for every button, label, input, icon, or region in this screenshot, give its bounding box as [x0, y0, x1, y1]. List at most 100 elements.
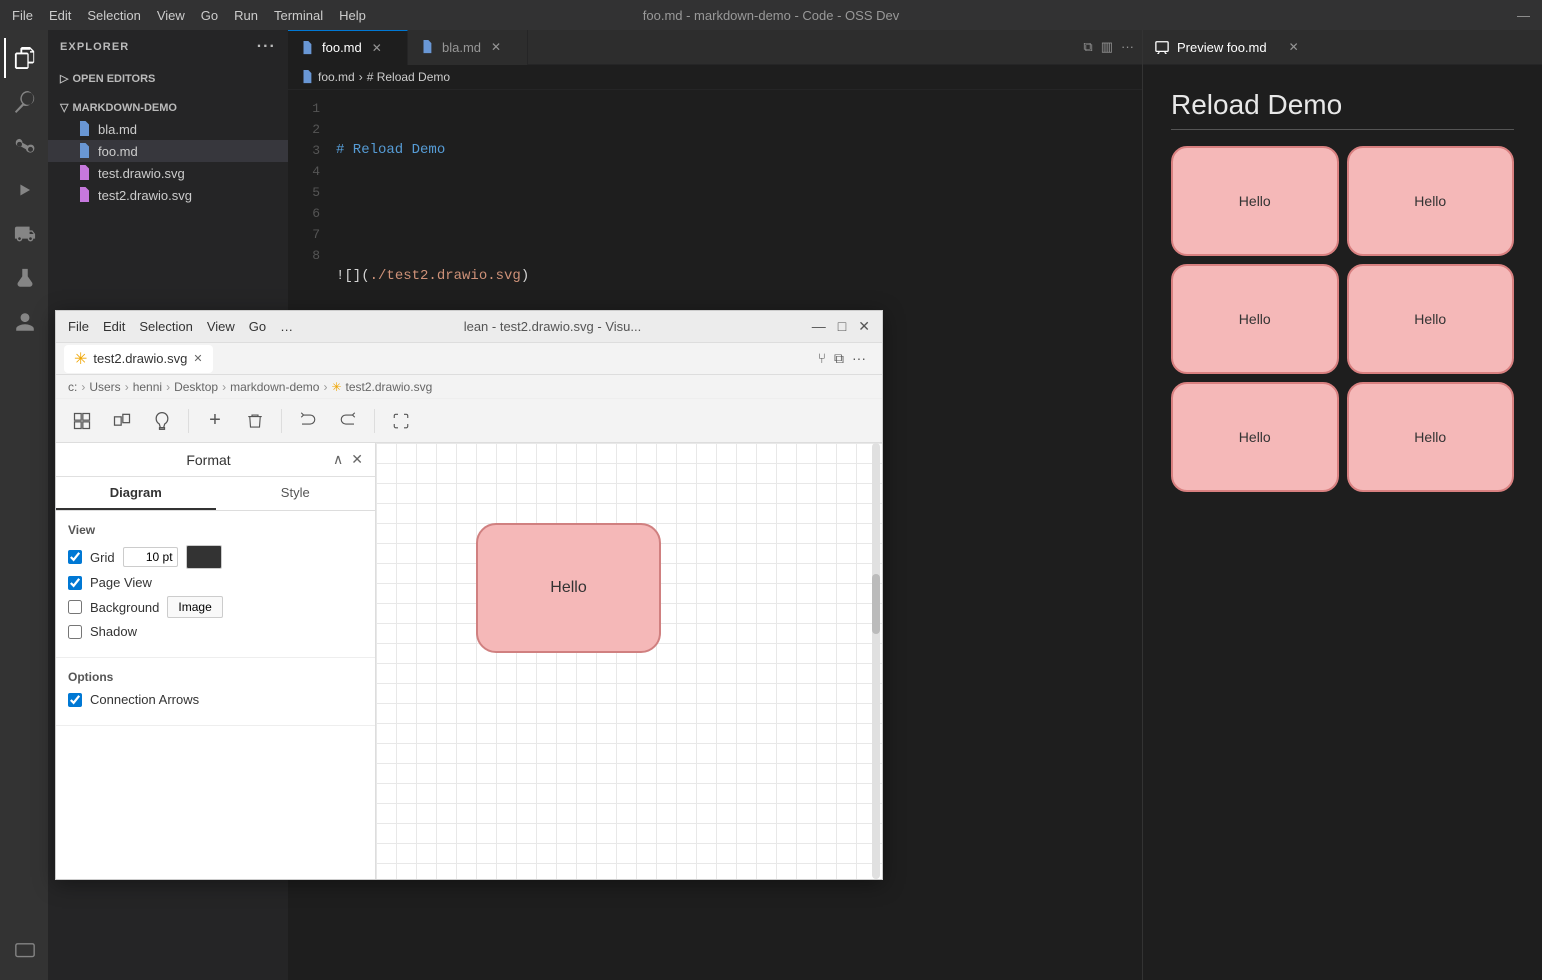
float-menu-selection[interactable]: Selection — [139, 319, 192, 334]
background-checkbox[interactable] — [68, 600, 82, 614]
floating-more-icon[interactable]: ··· — [852, 350, 866, 367]
editor-breadcrumb: foo.md › # Reload Demo — [288, 65, 1142, 90]
floating-tab-test2[interactable]: ✳ test2.drawio.svg ✕ — [64, 345, 213, 373]
preview-close[interactable]: ✕ — [1287, 38, 1301, 56]
canvas-grid — [376, 443, 882, 879]
canvas-scrollbar-thumb[interactable] — [872, 574, 880, 634]
tab-foo-md[interactable]: foo.md ✕ — [288, 30, 408, 65]
line-num-7: 7 — [288, 224, 320, 245]
format-header-controls[interactable]: ∧ ✕ — [333, 451, 363, 468]
add-btn[interactable]: + — [197, 403, 233, 439]
menu-help[interactable]: Help — [339, 8, 366, 23]
float-close-btn[interactable]: ✕ — [858, 318, 870, 335]
fullscreen-btn[interactable] — [383, 403, 419, 439]
page-view-row: Page View — [68, 575, 363, 590]
activity-remote[interactable] — [4, 932, 44, 972]
background-image-btn[interactable]: Image — [167, 596, 222, 618]
window-controls[interactable]: — — [1517, 8, 1530, 23]
format-view-section: View Grid Page View Background Image — [56, 511, 375, 658]
split-editor-icon[interactable]: ⧉ — [1083, 39, 1092, 55]
activity-account[interactable] — [4, 302, 44, 342]
breadcrumb-file[interactable]: foo.md — [318, 70, 355, 84]
minimize-btn[interactable]: — — [1517, 8, 1530, 23]
menu-run[interactable]: Run — [234, 8, 258, 23]
tab-bla-md-close[interactable]: ✕ — [489, 38, 503, 56]
breadcrumb-item[interactable]: # Reload Demo — [367, 70, 450, 84]
format-close-icon[interactable]: ✕ — [351, 451, 363, 468]
shadow-label: Shadow — [90, 624, 137, 639]
redo-btn[interactable] — [330, 403, 366, 439]
float-minimize-btn[interactable]: — — [812, 318, 826, 335]
bc-drawio-icon: ✳ — [331, 380, 341, 394]
page-view-checkbox[interactable] — [68, 576, 82, 590]
shadow-checkbox[interactable] — [68, 625, 82, 639]
editor-more-icon[interactable]: ··· — [1121, 39, 1134, 55]
format-tab-diagram[interactable]: Diagram — [56, 477, 216, 510]
canvas-shape[interactable]: Hello — [476, 523, 661, 653]
activity-extensions[interactable] — [4, 214, 44, 254]
floating-menu[interactable]: File Edit Selection View Go … — [68, 319, 293, 334]
float-menu-more[interactable]: … — [280, 319, 293, 334]
format-collapse-icon[interactable]: ∧ — [333, 451, 343, 468]
project-chevron: ▽ — [60, 101, 68, 114]
format-title: Format — [84, 452, 333, 468]
activity-search[interactable] — [4, 82, 44, 122]
sidebar-header: Explorer ··· — [48, 30, 288, 64]
insert-shape-btn[interactable] — [64, 403, 100, 439]
float-restore-btn[interactable]: □ — [838, 318, 846, 335]
float-menu-file[interactable]: File — [68, 319, 89, 334]
format-options-section: Options Connection Arrows — [56, 658, 375, 726]
file-foo-md[interactable]: foo.md — [48, 140, 288, 162]
menu-terminal[interactable]: Terminal — [274, 8, 323, 23]
grid-checkbox[interactable] — [68, 550, 82, 564]
tab-drawio-close[interactable]: ✕ — [193, 352, 202, 365]
float-menu-edit[interactable]: Edit — [103, 319, 125, 334]
tab-actions[interactable]: ⧉ ▥ ··· — [1075, 39, 1142, 55]
floating-window: File Edit Selection View Go … lean - tes… — [55, 310, 883, 880]
activity-run[interactable] — [4, 170, 44, 210]
git-compare-icon[interactable]: ⑂ — [818, 350, 826, 367]
options-section-title: Options — [68, 670, 363, 684]
project-header[interactable]: ▽ MARKDOWN-DEMO — [48, 97, 288, 118]
sidebar-title: Explorer — [60, 41, 129, 53]
connection-arrows-checkbox[interactable] — [68, 693, 82, 707]
float-menu-go[interactable]: Go — [249, 319, 266, 334]
sidebar-more-icon[interactable]: ··· — [257, 38, 276, 56]
float-menu-view[interactable]: View — [207, 319, 235, 334]
split-editor-icon2[interactable]: ⧉ — [834, 350, 844, 367]
format-shapes-btn[interactable] — [104, 403, 140, 439]
activity-explorer[interactable] — [4, 38, 44, 78]
preview-tab[interactable]: Preview foo.md ✕ — [1155, 38, 1301, 56]
project-section: ▽ MARKDOWN-DEMO bla.md foo.md test.drawi… — [48, 93, 288, 210]
drawio-canvas[interactable]: Hello — [376, 443, 882, 879]
code-line-1: # Reload Demo — [336, 140, 1142, 161]
undo-btn[interactable] — [290, 403, 326, 439]
file-test2-drawio[interactable]: test2.drawio.svg — [48, 184, 288, 206]
menu-edit[interactable]: Edit — [49, 8, 71, 23]
tab-foo-md-close[interactable]: ✕ — [370, 39, 384, 57]
grid-value-input[interactable] — [123, 547, 178, 567]
file-bla-md[interactable]: bla.md — [48, 118, 288, 140]
color-btn[interactable] — [144, 403, 180, 439]
project-label: MARKDOWN-DEMO — [72, 102, 176, 114]
diagram-cell-1: Hello — [1347, 146, 1515, 256]
open-editors-header[interactable]: ▷ OPEN EDITORS — [48, 68, 288, 89]
grid-color-box[interactable] — [186, 545, 222, 569]
tab-drawio-label: test2.drawio.svg — [93, 351, 187, 366]
floating-win-controls[interactable]: — □ ✕ — [812, 318, 870, 335]
menu-go[interactable]: Go — [201, 8, 218, 23]
menu-bar[interactable]: File Edit Selection View Go Run Terminal… — [12, 8, 366, 23]
menu-selection[interactable]: Selection — [87, 8, 140, 23]
menu-view[interactable]: View — [157, 8, 185, 23]
canvas-scrollbar[interactable] — [872, 443, 880, 879]
split-vertical-icon[interactable]: ▥ — [1101, 39, 1113, 55]
background-row: Background Image — [68, 596, 363, 618]
activity-flask[interactable] — [4, 258, 44, 298]
tab-bla-md[interactable]: bla.md ✕ — [408, 30, 528, 65]
format-tab-style[interactable]: Style — [216, 477, 376, 510]
delete-btn[interactable] — [237, 403, 273, 439]
file-test-drawio[interactable]: test.drawio.svg — [48, 162, 288, 184]
editor-tab-bar: foo.md ✕ bla.md ✕ ⧉ ▥ ··· — [288, 30, 1142, 65]
menu-file[interactable]: File — [12, 8, 33, 23]
activity-source-control[interactable] — [4, 126, 44, 166]
